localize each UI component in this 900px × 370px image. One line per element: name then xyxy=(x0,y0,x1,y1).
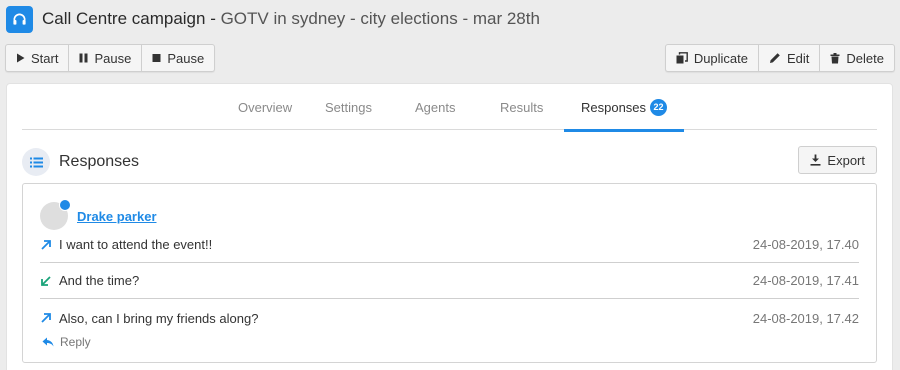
section-header: Responses xyxy=(22,148,139,176)
pencil-icon xyxy=(769,52,781,64)
message-row: And the time? 24-08-2019, 17.41 xyxy=(40,263,859,299)
tab-overview-label: Overview xyxy=(238,99,293,115)
edit-button[interactable]: Edit xyxy=(759,45,821,71)
start-button-label: Start xyxy=(31,50,59,66)
message-text: Also, can I bring my friends along? xyxy=(59,310,259,326)
outgoing-arrow-icon xyxy=(40,239,54,251)
message-time: 24-08-2019, 17.42 xyxy=(752,310,859,326)
edit-button-label: Edit xyxy=(787,50,810,66)
tab-settings-label: Settings xyxy=(325,99,372,115)
stop-icon xyxy=(152,53,161,63)
tab-results-label: Results xyxy=(500,99,544,115)
tab-agents[interactable]: Agents xyxy=(415,84,455,130)
campaign-actions: Duplicate Edit Delete xyxy=(664,44,895,72)
message-time: 24-08-2019, 17.41 xyxy=(752,273,859,288)
message-row: Also, can I bring my friends along? 24-0… xyxy=(40,300,859,336)
delete-button[interactable]: Delete xyxy=(820,45,894,71)
headset-icon xyxy=(6,5,33,33)
contact-header: Drake parker xyxy=(40,199,157,230)
delete-button-label: Delete xyxy=(846,50,884,66)
section-title: Responses xyxy=(59,153,140,170)
outgoing-arrow-icon xyxy=(40,312,54,324)
tab-results[interactable]: Results xyxy=(500,84,543,130)
page-header: Call Centre campaign - GOTV in sydney - … xyxy=(6,5,540,33)
tab-agents-label: Agents xyxy=(415,99,456,115)
pause-icon xyxy=(79,53,88,63)
export-button-label: Export xyxy=(827,152,865,168)
pause-button[interactable]: Pause xyxy=(69,45,143,71)
campaign-controls: Start Pause Pause xyxy=(5,44,216,72)
message-text: And the time? xyxy=(59,273,140,288)
contact-name-link[interactable]: Drake parker xyxy=(77,209,157,224)
campaign-name: GOTV in sydney - city elections - mar 28… xyxy=(215,9,540,28)
stop-button-label: Pause xyxy=(167,50,205,66)
incoming-arrow-icon xyxy=(40,275,54,287)
trash-icon xyxy=(830,52,840,64)
page-title: Call Centre campaign - GOTV in sydney - … xyxy=(42,9,540,29)
tab-responses[interactable]: Responses 22 xyxy=(564,84,685,132)
duplicate-button[interactable]: Duplicate xyxy=(666,45,760,71)
pause-button-label: Pause xyxy=(94,50,132,66)
start-button[interactable]: Start xyxy=(6,45,70,71)
status-dot xyxy=(59,199,71,211)
avatar xyxy=(40,199,71,230)
tab-overview[interactable]: Overview xyxy=(238,84,292,130)
download-icon xyxy=(810,154,821,166)
tab-responses-label: Responses xyxy=(581,99,647,115)
message-text: I want to attend the event!! xyxy=(59,237,213,252)
reply-arrow-icon xyxy=(42,337,54,347)
export-button[interactable]: Export xyxy=(798,146,877,174)
reply-label: Reply xyxy=(60,335,91,349)
stop-button[interactable]: Pause xyxy=(142,45,214,71)
play-icon xyxy=(16,53,25,63)
duplicate-button-label: Duplicate xyxy=(693,50,749,66)
conversation-card: Drake parker I want to attend the event!… xyxy=(22,183,877,363)
message-row: I want to attend the event!! 24-08-2019,… xyxy=(40,227,859,263)
list-icon xyxy=(22,148,50,176)
message-time: 24-08-2019, 17.40 xyxy=(752,237,859,252)
copy-icon xyxy=(676,52,688,64)
responses-count-badge: 22 xyxy=(650,98,668,116)
campaign-type: Call Centre campaign - xyxy=(42,9,216,28)
tab-settings[interactable]: Settings xyxy=(325,84,372,130)
reply-button[interactable]: Reply xyxy=(42,335,91,349)
main-panel: Overview Settings Agents Results Respons… xyxy=(6,83,893,370)
tab-bar: Overview Settings Agents Results Respons… xyxy=(22,84,877,132)
